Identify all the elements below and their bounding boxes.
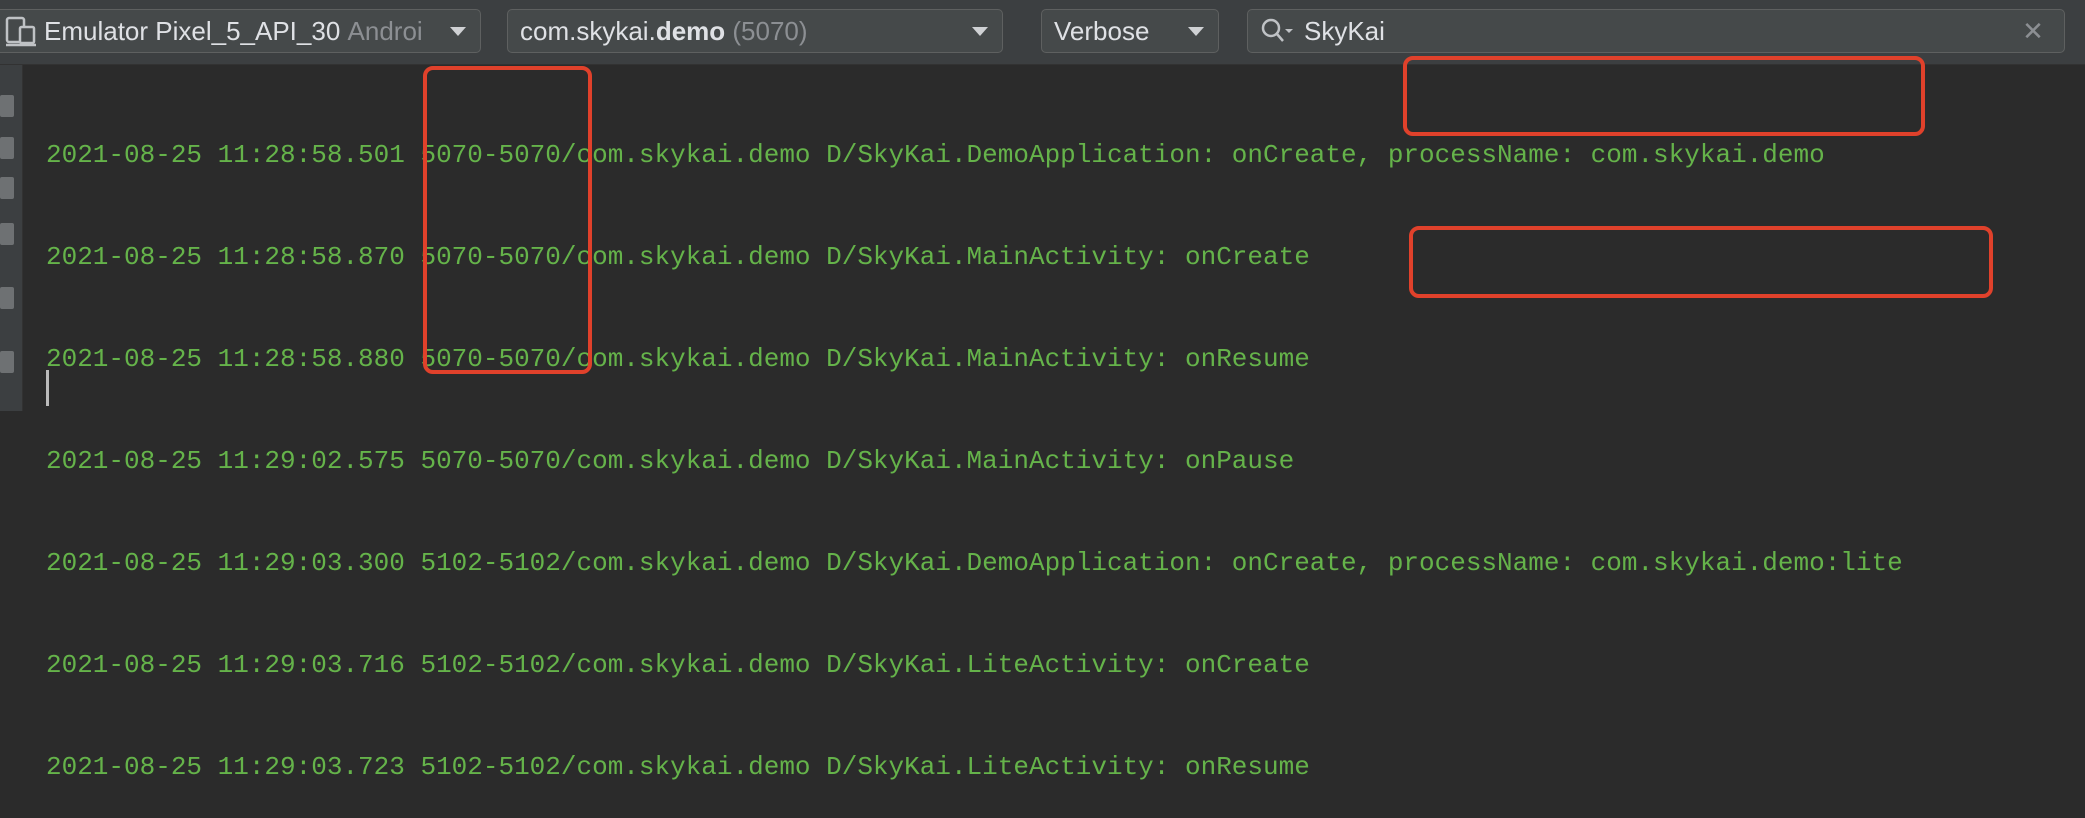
tool-icon[interactable] xyxy=(0,137,14,159)
log-line: 2021-08-25 11:29:03.716 5102-5102/com.sk… xyxy=(46,650,1310,680)
pid-highlight-box xyxy=(423,66,592,374)
log-line: 2021-08-25 11:28:58.880 5070-5070/com.sk… xyxy=(46,344,1310,374)
process-selector[interactable]: com.skykai.demo (5070) xyxy=(507,9,1003,53)
process-name-prefix: com.skykai. xyxy=(520,15,656,46)
tool-icon[interactable] xyxy=(0,95,14,117)
search-icon[interactable] xyxy=(1260,17,1294,45)
log-line: 2021-08-25 11:29:03.300 5102-5102/com.sk… xyxy=(46,548,1903,578)
tool-icon[interactable] xyxy=(0,287,14,309)
device-selector[interactable]: Emulator Pixel_5_API_30 Androi xyxy=(0,9,481,53)
process-name-bold: demo xyxy=(655,15,726,46)
process-pid: (5070) xyxy=(732,15,808,46)
log-line: 2021-08-25 11:29:03.723 5102-5102/com.sk… xyxy=(46,752,1310,782)
search-input[interactable] xyxy=(1294,15,2018,47)
device-icon xyxy=(4,15,38,47)
clear-icon[interactable]: ✕ xyxy=(2018,16,2048,46)
side-toolbar xyxy=(0,65,23,411)
process-name-lite-highlight-box xyxy=(1409,226,1993,298)
chevron-down-icon xyxy=(972,26,988,36)
tool-icon[interactable] xyxy=(0,351,14,373)
device-selector-content: Emulator Pixel_5_API_30 Androi xyxy=(0,15,442,47)
log-level-selector[interactable]: Verbose xyxy=(1041,9,1219,53)
search-box: ✕ xyxy=(1247,9,2065,53)
chevron-down-icon xyxy=(1188,26,1204,36)
log-output: 2021-08-25 11:28:58.501 5070-5070/com.sk… xyxy=(46,74,2085,818)
log-line: 2021-08-25 11:28:58.501 5070-5070/com.sk… xyxy=(46,140,1825,170)
log-level-label: Verbose xyxy=(1054,15,1150,46)
tool-icon[interactable] xyxy=(0,223,14,245)
tool-icon[interactable] xyxy=(0,177,14,199)
log-line: 2021-08-25 11:29:02.575 5070-5070/com.sk… xyxy=(46,446,1295,476)
device-name: Emulator Pixel_5_API_30 xyxy=(44,15,341,46)
process-selector-content: com.skykai.demo (5070) xyxy=(508,16,964,47)
text-cursor xyxy=(46,370,49,406)
chevron-down-icon xyxy=(450,26,466,36)
device-platform: Androi xyxy=(347,15,423,46)
process-name-highlight-box xyxy=(1403,56,1925,136)
